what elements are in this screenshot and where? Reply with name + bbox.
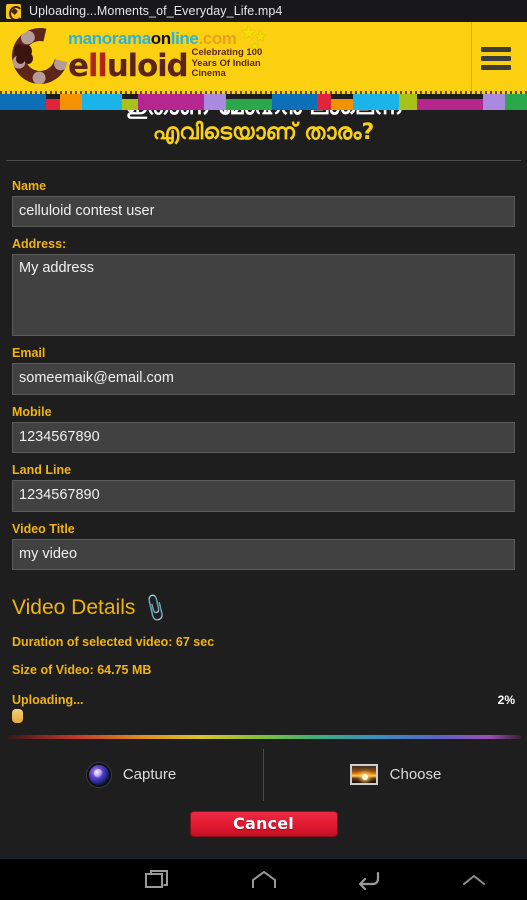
decorative-color-strip: [0, 94, 527, 110]
paperclip-icon[interactable]: 📎: [139, 592, 173, 626]
color-strip-segment: [317, 94, 331, 110]
upload-status-label: Uploading...: [12, 692, 84, 707]
header-dotted-border: [0, 91, 527, 94]
celluloid-part2: ll: [87, 48, 108, 85]
mobile-input[interactable]: [12, 421, 515, 454]
landline-input[interactable]: [12, 480, 515, 512]
choose-button[interactable]: Choose: [264, 745, 527, 805]
color-strip-segment: [399, 94, 417, 110]
capture-button[interactable]: Capture: [0, 745, 263, 805]
media-picker-row: Capture Choose: [0, 745, 527, 805]
home-icon[interactable]: [211, 859, 316, 900]
upload-status-row: Uploading... 2%: [12, 693, 515, 707]
color-strip-segment: [505, 94, 527, 110]
celluloid-part1: e: [68, 48, 89, 85]
camera-lens-icon: [86, 762, 111, 787]
brand-header: manoramaonline.com ★ ★ ★ elluloid Celebrat…: [0, 22, 527, 94]
capture-label: Capture: [122, 766, 177, 784]
email-label: Email: [12, 346, 46, 361]
brand-site-part1: manorama: [68, 29, 151, 48]
android-nav-bar: [0, 858, 527, 900]
page-title-line-2: എവിടെയാണ് താരം?: [152, 120, 375, 145]
color-strip-segment: [82, 94, 122, 110]
upload-progress-fill: [12, 708, 23, 723]
color-strip-segment: [226, 99, 272, 110]
video-title-input[interactable]: [12, 538, 515, 570]
brand-site-part2: on: [150, 29, 171, 48]
status-bar: Uploading...Moments_of_Everyday_Life.mp4: [0, 0, 527, 22]
back-icon[interactable]: [316, 859, 421, 900]
hamburger-icon[interactable]: [471, 22, 519, 94]
address-label: Address:: [12, 237, 67, 252]
landline-label: Land Line: [12, 463, 72, 478]
color-strip-segment: [331, 99, 353, 110]
celluloid-app-icon: [6, 3, 21, 19]
manoramaonline-wordmark: manoramaonline.com: [68, 30, 262, 47]
photo-thumbnail-icon: [349, 764, 378, 786]
color-strip-segment: [138, 94, 204, 110]
color-strip-segment: [60, 94, 82, 110]
upload-progress-bar: [12, 708, 515, 723]
status-bar-title: Uploading...Moments_of_Everyday_Life.mp4: [29, 4, 283, 18]
color-strip-segment: [46, 99, 60, 110]
recents-icon[interactable]: [105, 859, 210, 900]
color-strip-segment: [272, 94, 317, 110]
brand-site-part4: .com: [198, 29, 237, 48]
address-input[interactable]: My address: [12, 254, 515, 337]
color-strip-segment: [0, 94, 46, 110]
video-details-heading: Video Details 📎: [12, 593, 527, 624]
email-input[interactable]: [12, 363, 515, 395]
upload-percent-label: 2%: [497, 692, 515, 707]
upload-form: Name Address: My address Email Mobile Land Li…: [0, 161, 527, 570]
video-duration-text: Duration of selected video: 67 sec: [12, 634, 215, 649]
celluloid-part3: uloid: [106, 48, 189, 85]
chevron-up-icon[interactable]: [422, 859, 527, 900]
brand-site-part3: line: [170, 29, 199, 48]
film-reel-camera-icon: [1, 22, 79, 94]
name-input[interactable]: [12, 196, 515, 228]
cancel-row: Cancel: [0, 810, 527, 837]
color-strip-segment: [417, 99, 483, 110]
cancel-button[interactable]: Cancel: [189, 810, 338, 837]
app-root: Uploading...Moments_of_Everyday_Life.mp4…: [0, 0, 527, 900]
choose-label: Choose: [389, 766, 442, 784]
tagline-line-3: Cinema: [191, 68, 226, 80]
video-details-heading-label: Video Details: [12, 596, 136, 620]
color-strip-segment: [204, 94, 226, 110]
nav-spacer-left: [0, 859, 105, 900]
celluloid-wordmark: elluloid: [68, 51, 189, 82]
video-size-text: Size of Video: 64.75 MB: [12, 662, 152, 677]
color-strip-segment: [483, 94, 505, 110]
mobile-label: Mobile: [12, 404, 52, 419]
rainbow-divider: [6, 734, 521, 739]
color-strip-segment: [353, 94, 399, 110]
celluloid-logo[interactable]: manoramaonline.com ★ ★ ★ elluloid Celebrat…: [1, 22, 267, 94]
name-label: Name: [12, 179, 47, 193]
video-title-label: Video Title: [12, 521, 75, 536]
color-strip-segment: [122, 99, 138, 110]
